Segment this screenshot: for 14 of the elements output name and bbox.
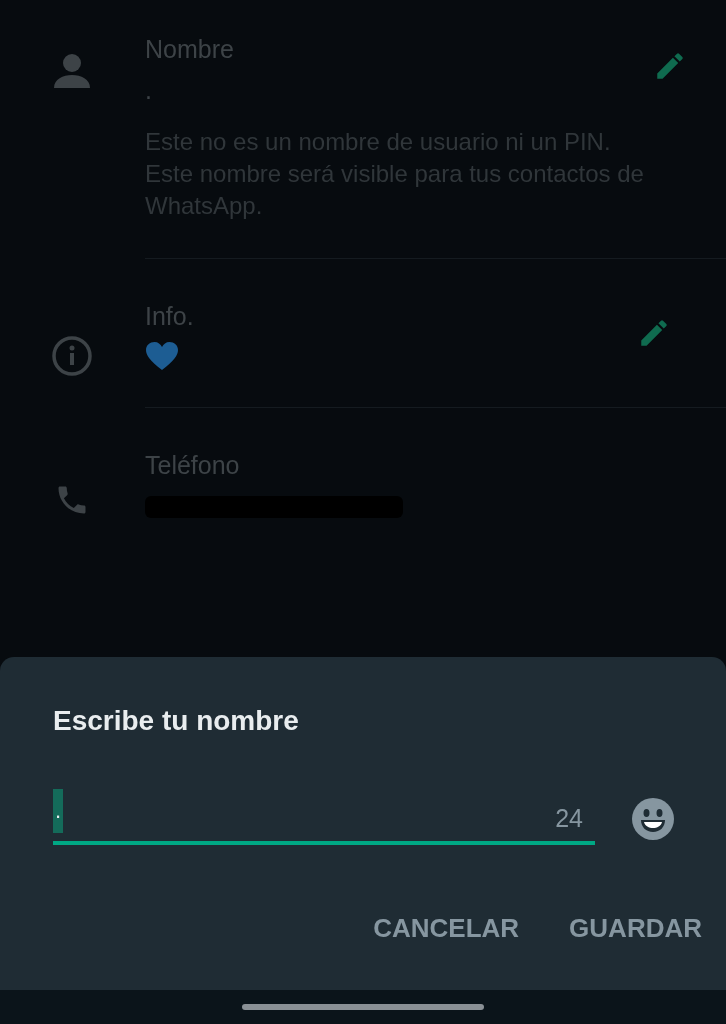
field-value: . (145, 75, 153, 106)
field-label: Teléfono (145, 450, 241, 481)
dialog-title: Escribe tu nombre (53, 705, 300, 737)
selected-text: . (53, 789, 64, 833)
field-label: Info. (145, 301, 195, 332)
heart-icon (145, 341, 179, 371)
dialog-button[interactable]: GUARDAR (569, 913, 702, 944)
field-label: Nombre (145, 34, 235, 65)
info-icon (50, 335, 93, 377)
char-counter: 24 (555, 804, 583, 833)
dialog-button[interactable]: CANCELAR (373, 913, 520, 944)
person-icon (52, 54, 91, 88)
emoji-button[interactable] (631, 797, 675, 841)
name-input-field[interactable]: . 24 (53, 793, 595, 845)
